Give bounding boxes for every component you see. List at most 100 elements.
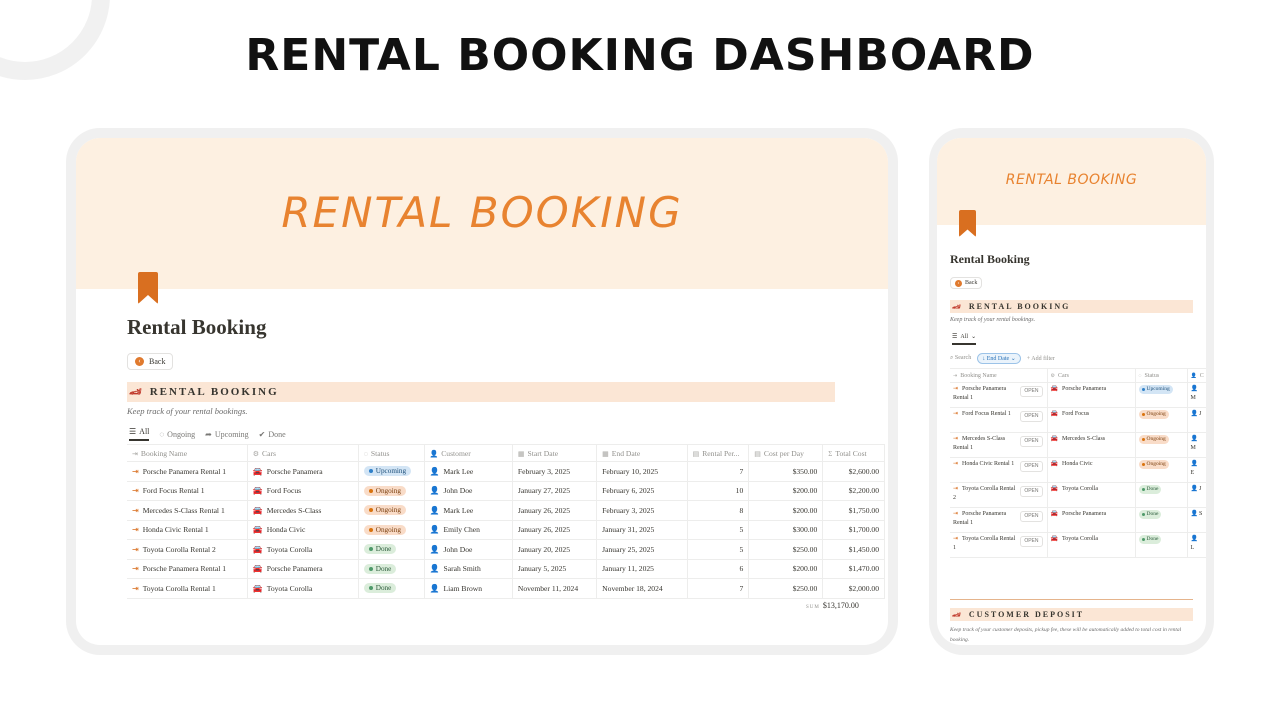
- mobile-status-cell[interactable]: Done: [1135, 482, 1188, 508]
- mobile-status-cell[interactable]: Done: [1135, 507, 1188, 533]
- mobile-car-cell[interactable]: 🚘 Porsche Panamera: [1047, 382, 1136, 408]
- mobile-car-cell[interactable]: 🚘 Toyota Corolla: [1047, 532, 1136, 558]
- table-row[interactable]: ⇥ Ford Focus Rental 1 🚘 Ford Focus Ongoing 👤 J…: [127, 481, 885, 501]
- mobile-status-cell[interactable]: Ongoing: [1135, 407, 1188, 433]
- start-date-cell[interactable]: January 27, 2025: [512, 481, 598, 501]
- table-row[interactable]: ⇥ Mercedes S-Class Rental 1 🚘 Mercedes S-Cl…: [127, 500, 885, 521]
- mobile-customer-cell[interactable]: 👤M: [1187, 432, 1206, 458]
- total-cost-cell[interactable]: $2,600.00: [822, 461, 885, 482]
- end-date-cell[interactable]: November 18, 2024: [596, 578, 688, 599]
- mobile-customer-cell[interactable]: 👤L: [1187, 532, 1206, 558]
- cost-per-day-cell[interactable]: $300.00: [748, 520, 824, 540]
- customer-cell[interactable]: 👤 John Doe: [424, 539, 513, 560]
- open-button[interactable]: OPEN: [1020, 486, 1043, 497]
- tab-upcoming[interactable]: ➦ Upcoming: [205, 430, 248, 439]
- start-date-cell[interactable]: January 26, 2025: [512, 500, 598, 521]
- booking-name-cell[interactable]: ⇥ Toyota Corolla Rental 1: [127, 578, 248, 599]
- mobile-car-cell[interactable]: 🚘 Ford Focus: [1047, 407, 1136, 433]
- mobile-status-cell[interactable]: Done: [1135, 532, 1188, 558]
- booking-name-cell[interactable]: ⇥ Mercedes S-Class Rental 1: [127, 500, 248, 521]
- customer-cell[interactable]: 👤 Sarah Smith: [424, 559, 513, 579]
- rental-period-cell[interactable]: 5: [687, 539, 750, 560]
- mobile-back-button[interactable]: ‹ Back: [950, 277, 983, 289]
- rental-period-cell[interactable]: 6: [687, 559, 750, 579]
- table-row[interactable]: ⇥ Toyota Corolla Rental 2 🚘 Toyota Corolla D…: [127, 539, 885, 560]
- mobile-table-row[interactable]: ⇥ Toyota Corolla Rental 1 OPEN 🚘 Toyota Coro…: [950, 532, 1206, 558]
- car-cell[interactable]: 🚘 Porsche Panamera: [247, 559, 359, 579]
- table-row[interactable]: ⇥ Toyota Corolla Rental 1 🚘 Toyota Corolla D…: [127, 578, 885, 599]
- mobile-status-cell[interactable]: Ongoing: [1135, 432, 1188, 458]
- mobile-booking-name-cell[interactable]: ⇥ Ford Focus Rental 1 OPEN: [950, 407, 1048, 433]
- mobile-car-cell[interactable]: 🚘 Toyota Corolla: [1047, 482, 1136, 508]
- mobile-car-cell[interactable]: 🚘 Honda Civic: [1047, 457, 1136, 483]
- open-button[interactable]: OPEN: [1020, 461, 1043, 472]
- start-date-cell[interactable]: January 5, 2025: [512, 559, 598, 579]
- end-date-cell[interactable]: January 31, 2025: [596, 520, 688, 540]
- add-filter-button[interactable]: + Add filter: [1027, 356, 1055, 362]
- customer-cell[interactable]: 👤 Liam Brown: [424, 578, 513, 599]
- mobile-table-row[interactable]: ⇥ Mercedes S-Class Rental 1 OPEN 🚘 Mercedes …: [950, 432, 1206, 458]
- mobile-status-cell[interactable]: Upcoming: [1135, 382, 1188, 408]
- car-cell[interactable]: 🚘 Honda Civic: [247, 520, 359, 540]
- mobile-booking-name-cell[interactable]: ⇥ Porsche Panamera Rental 1 OPEN: [950, 507, 1048, 533]
- mobile-table-row[interactable]: ⇥ Porsche Panamera Rental 1 OPEN 🚘 Porsche P…: [950, 382, 1206, 408]
- mobile-booking-name-cell[interactable]: ⇥ Honda Civic Rental 1 OPEN: [950, 457, 1048, 483]
- tab-all[interactable]: ☰ All: [129, 427, 150, 441]
- start-date-cell[interactable]: November 11, 2024: [512, 578, 598, 599]
- total-cost-cell[interactable]: $1,700.00: [822, 520, 885, 540]
- rental-period-cell[interactable]: 7: [687, 578, 750, 599]
- open-button[interactable]: OPEN: [1020, 436, 1043, 447]
- customer-cell[interactable]: 👤 Emily Chen: [424, 520, 513, 540]
- mobile-table-row[interactable]: ⇥ Honda Civic Rental 1 OPEN 🚘 Honda Civic Ong…: [950, 457, 1206, 483]
- end-date-cell[interactable]: February 10, 2025: [596, 461, 688, 482]
- booking-name-cell[interactable]: ⇥ Porsche Panamera Rental 1: [127, 461, 248, 482]
- booking-name-cell[interactable]: ⇥ Porsche Panamera Rental 1: [127, 559, 248, 579]
- customer-cell[interactable]: 👤 Mark Lee: [424, 461, 513, 482]
- total-cost-cell[interactable]: $1,750.00: [822, 500, 885, 521]
- car-cell[interactable]: 🚘 Porsche Panamera: [247, 461, 359, 482]
- mobile-customer-cell[interactable]: 👤J: [1187, 407, 1206, 433]
- mobile-customer-cell[interactable]: 👤S: [1187, 507, 1206, 533]
- end-date-filter-chip[interactable]: ↓ End Date ⌄: [977, 353, 1021, 364]
- end-date-cell[interactable]: February 3, 2025: [596, 500, 688, 521]
- back-button[interactable]: ‹ Back: [127, 353, 174, 370]
- start-date-cell[interactable]: January 20, 2025: [512, 539, 598, 560]
- status-cell[interactable]: Done: [358, 559, 425, 579]
- booking-name-cell[interactable]: ⇥ Toyota Corolla Rental 2: [127, 539, 248, 560]
- status-cell[interactable]: Ongoing: [358, 520, 425, 540]
- customer-cell[interactable]: 👤 Mark Lee: [424, 500, 513, 521]
- car-cell[interactable]: 🚘 Mercedes S-Class: [247, 500, 359, 521]
- mobile-booking-name-cell[interactable]: ⇥ Toyota Corolla Rental 1 OPEN: [950, 532, 1048, 558]
- status-cell[interactable]: Done: [358, 578, 425, 599]
- mobile-car-cell[interactable]: 🚘 Porsche Panamera: [1047, 507, 1136, 533]
- car-cell[interactable]: 🚘 Ford Focus: [247, 481, 359, 501]
- status-cell[interactable]: Ongoing: [358, 500, 425, 521]
- total-cost-cell[interactable]: $1,450.00: [822, 539, 885, 560]
- cost-per-day-cell[interactable]: $250.00: [748, 539, 824, 560]
- mobile-customer-cell[interactable]: 👤M: [1187, 382, 1206, 408]
- status-cell[interactable]: Upcoming: [358, 461, 425, 482]
- table-row[interactable]: ⇥ Porsche Panamera Rental 1 🚘 Porsche Panam…: [127, 461, 885, 482]
- cost-per-day-cell[interactable]: $200.00: [748, 481, 824, 501]
- status-cell[interactable]: Done: [358, 539, 425, 560]
- rental-period-cell[interactable]: 8: [687, 500, 750, 521]
- mobile-car-cell[interactable]: 🚘 Mercedes S-Class: [1047, 432, 1136, 458]
- rental-period-cell[interactable]: 10: [687, 481, 750, 501]
- customer-cell[interactable]: 👤 John Doe: [424, 481, 513, 501]
- mobile-booking-name-cell[interactable]: ⇥ Mercedes S-Class Rental 1 OPEN: [950, 432, 1048, 458]
- start-date-cell[interactable]: February 3, 2025: [512, 461, 598, 482]
- open-button[interactable]: OPEN: [1020, 386, 1043, 397]
- car-cell[interactable]: 🚘 Toyota Corolla: [247, 578, 359, 599]
- cost-per-day-cell[interactable]: $350.00: [748, 461, 824, 482]
- cost-per-day-cell[interactable]: $200.00: [748, 559, 824, 579]
- cost-per-day-cell[interactable]: $250.00: [748, 578, 824, 599]
- mobile-booking-name-cell[interactable]: ⇥ Toyota Corolla Rental 2 OPEN: [950, 482, 1048, 508]
- start-date-cell[interactable]: January 26, 2025: [512, 520, 598, 540]
- end-date-cell[interactable]: January 25, 2025: [596, 539, 688, 560]
- open-button[interactable]: OPEN: [1020, 536, 1043, 547]
- total-cost-cell[interactable]: $2,000.00: [822, 578, 885, 599]
- mobile-status-cell[interactable]: Ongoing: [1135, 457, 1188, 483]
- car-cell[interactable]: 🚘 Toyota Corolla: [247, 539, 359, 560]
- booking-name-cell[interactable]: ⇥ Ford Focus Rental 1: [127, 481, 248, 501]
- table-row[interactable]: ⇥ Honda Civic Rental 1 🚘 Honda Civic Ongoing…: [127, 520, 885, 540]
